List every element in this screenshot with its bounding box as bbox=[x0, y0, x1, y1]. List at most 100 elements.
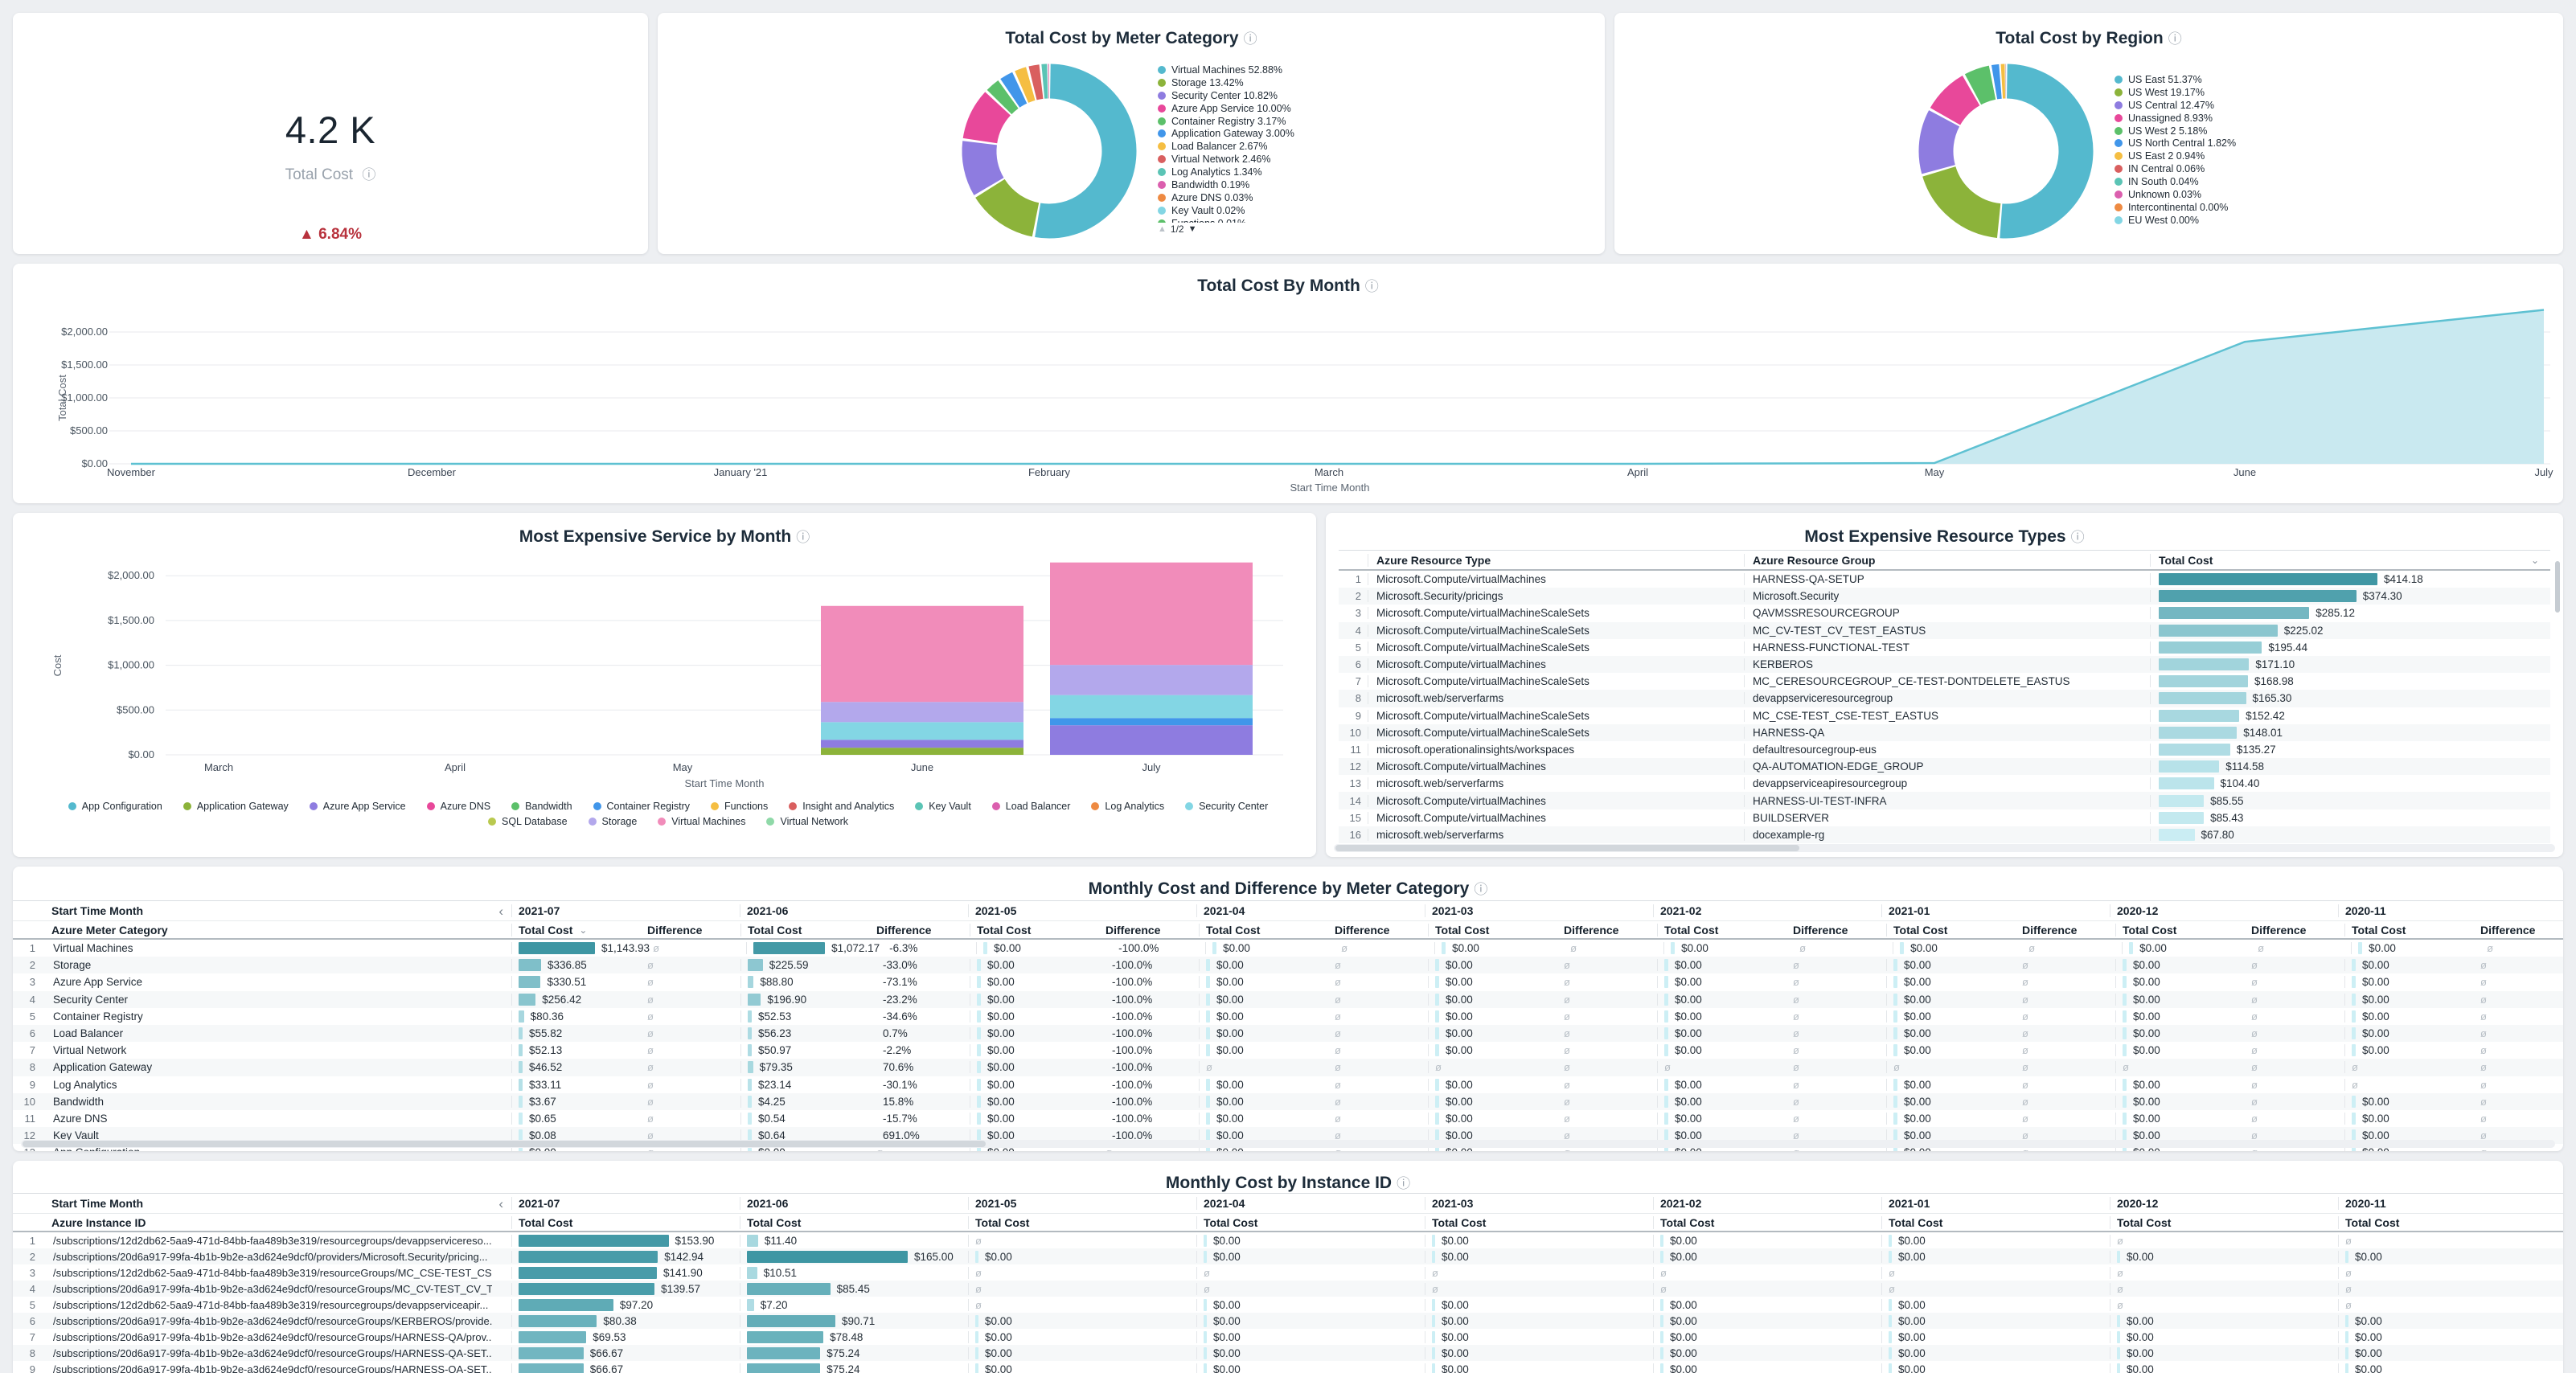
total-cost-header[interactable]: Total Cost bbox=[1200, 924, 1331, 937]
donut-slice-azure-app-service[interactable] bbox=[980, 104, 998, 141]
legend-item[interactable]: IN Central 0.06% bbox=[2115, 163, 2553, 176]
table-row[interactable]: 14Microsoft.Compute/virtualMachinesHARNE… bbox=[1339, 792, 2550, 809]
info-icon[interactable]: ⓘ bbox=[1397, 1176, 1410, 1191]
bar-segment-security-center[interactable] bbox=[821, 722, 1023, 740]
donut-slice-unassigned[interactable] bbox=[1945, 91, 1971, 117]
table-row[interactable]: 9/subscriptions/20d6a917-99fa-4b1b-9b2e-… bbox=[13, 1361, 2563, 1373]
table-row[interactable]: 4Security Center$256.42ø$196.90-23.2%$0.… bbox=[13, 991, 2563, 1008]
legend-item[interactable]: Security Center 10.82% bbox=[1158, 90, 1596, 103]
column-header[interactable]: Total Cost⌄ bbox=[2150, 554, 2550, 567]
total-cost-header[interactable]: Total Cost bbox=[512, 1216, 644, 1229]
legend-item[interactable]: Azure App Service 10.00% bbox=[1158, 103, 1596, 116]
bar-segment-storage[interactable] bbox=[821, 702, 1023, 722]
horizontal-scrollbar[interactable] bbox=[1334, 844, 2555, 852]
info-icon[interactable]: ⓘ bbox=[1244, 31, 1257, 47]
table-row[interactable]: 6Microsoft.Compute/virtualMachinesKERBER… bbox=[1339, 656, 2550, 673]
donut-slice-virtual-machines[interactable] bbox=[1038, 81, 1119, 221]
total-cost-header[interactable]: Total Cost bbox=[2339, 1216, 2471, 1229]
difference-header[interactable]: Difference bbox=[1102, 924, 1199, 937]
table-row[interactable]: 1/subscriptions/12d2db62-5aa9-471d-84bb-… bbox=[13, 1232, 2563, 1248]
pager-down-icon[interactable]: ▼ bbox=[1188, 224, 1197, 234]
legend-item[interactable]: Virtual Machines 52.88% bbox=[1158, 64, 1596, 77]
total-cost-header[interactable]: Total Cost bbox=[1887, 924, 2019, 937]
total-cost-header[interactable]: Total Cost bbox=[2116, 924, 2248, 937]
table-row[interactable]: 2Storage$336.85ø$225.59-33.0%$0.00-100.0… bbox=[13, 957, 2563, 973]
total-cost-header[interactable]: Total Cost bbox=[1654, 1216, 1786, 1229]
total-cost-header[interactable]: Total Cost bbox=[1882, 1216, 2014, 1229]
cost-by-month-area-chart[interactable]: $2,000.00$1,500.00$1,000.00$500.00$0.00N… bbox=[13, 264, 2563, 503]
total-cost-header[interactable]: Total Cost bbox=[1197, 1216, 1329, 1229]
difference-header[interactable]: Difference bbox=[1561, 924, 1657, 937]
legend-item[interactable]: US West 19.17% bbox=[2115, 87, 2553, 100]
column-header[interactable]: Azure Resource Group bbox=[1744, 554, 2150, 567]
table-row[interactable]: 7Virtual Network$52.13ø$50.97-2.2%$0.00-… bbox=[13, 1042, 2563, 1059]
table-row[interactable]: 8microsoft.web/serverfarmsdevappservicer… bbox=[1339, 690, 2550, 707]
info-icon[interactable]: ⓘ bbox=[2168, 31, 2182, 47]
table-row[interactable]: 4Microsoft.Compute/virtualMachineScaleSe… bbox=[1339, 622, 2550, 639]
vertical-scrollbar[interactable] bbox=[2555, 561, 2560, 613]
donut-slice-us-central[interactable] bbox=[1936, 118, 1944, 170]
legend-item[interactable]: Key Vault 0.02% bbox=[1158, 205, 1596, 218]
table-row[interactable]: 6/subscriptions/20d6a917-99fa-4b1b-9b2e-… bbox=[13, 1313, 2563, 1329]
pager-up-icon[interactable]: ▲ bbox=[1158, 224, 1167, 234]
legend-item[interactable]: Key Vault bbox=[915, 801, 971, 814]
legend-item[interactable]: Intercontinental 0.00% bbox=[2115, 202, 2553, 215]
total-cost-header[interactable]: Total Cost bbox=[1429, 924, 1561, 937]
table-row[interactable]: 13microsoft.web/serverfarmsdevappservice… bbox=[1339, 775, 2550, 792]
legend-item[interactable]: US Central 12.47% bbox=[2115, 100, 2553, 113]
donut-slice-us-west[interactable] bbox=[1939, 171, 1999, 220]
donut-slice-us-east[interactable] bbox=[2001, 81, 2076, 221]
legend-item[interactable]: Container Registry bbox=[593, 801, 691, 814]
legend-item[interactable]: Container Registry 3.17% bbox=[1158, 116, 1596, 129]
total-cost-header[interactable]: Total Cost bbox=[740, 1216, 872, 1229]
table-row[interactable]: 15Microsoft.Compute/virtualMachinesBUILD… bbox=[1339, 809, 2550, 826]
difference-header[interactable]: Difference bbox=[2248, 924, 2344, 937]
chevron-left-icon[interactable]: ‹ bbox=[498, 1197, 511, 1211]
table-row[interactable]: 9Microsoft.Compute/virtualMachineScaleSe… bbox=[1339, 707, 2550, 724]
legend-item[interactable]: Functions bbox=[711, 801, 768, 814]
difference-header[interactable]: Difference bbox=[2019, 924, 2115, 937]
table-row[interactable]: 10Microsoft.Compute/virtualMachineScaleS… bbox=[1339, 724, 2550, 741]
donut-slice-container-registry[interactable] bbox=[999, 94, 1008, 101]
chevron-down-icon[interactable]: ⌄ bbox=[2531, 555, 2539, 566]
total-cost-header[interactable]: Total Cost bbox=[970, 924, 1102, 937]
table-row[interactable]: 5Microsoft.Compute/virtualMachineScaleSe… bbox=[1339, 639, 2550, 656]
total-cost-header[interactable]: Total Cost bbox=[1658, 924, 1790, 937]
donut-slice-security-center[interactable] bbox=[979, 143, 989, 186]
bar-segment-security-center[interactable] bbox=[1050, 695, 1253, 719]
legend-item[interactable]: Storage 13.42% bbox=[1158, 77, 1596, 90]
legend-item[interactable]: Virtual Machines bbox=[658, 816, 745, 829]
difference-header[interactable]: Difference bbox=[1331, 924, 1428, 937]
legend-item[interactable]: Load Balancer bbox=[992, 801, 1071, 814]
bar-segment-application-gateway[interactable] bbox=[821, 748, 1023, 755]
legend-item[interactable]: Virtual Network 2.46% bbox=[1158, 154, 1596, 166]
table-row[interactable]: 5/subscriptions/12d2db62-5aa9-471d-84bb-… bbox=[13, 1297, 2563, 1313]
legend-item[interactable]: US North Central 1.82% bbox=[2115, 137, 2553, 150]
chevron-left-icon[interactable]: ‹ bbox=[498, 904, 511, 918]
legend-item[interactable]: US West 2 5.18% bbox=[2115, 125, 2553, 138]
legend-item[interactable]: Application Gateway bbox=[183, 801, 289, 814]
info-icon[interactable]: ⓘ bbox=[1474, 882, 1487, 897]
table-row[interactable]: 9Log Analytics$33.11ø$23.14-30.1%$0.00-1… bbox=[13, 1076, 2563, 1093]
total-cost-header[interactable]: Total Cost bbox=[2345, 924, 2477, 937]
legend-item[interactable]: Virtual Network bbox=[766, 816, 848, 829]
difference-header[interactable]: Difference bbox=[1790, 924, 1886, 937]
total-cost-header[interactable]: Total Cost bbox=[2110, 1216, 2242, 1229]
info-icon[interactable]: ⓘ bbox=[2071, 530, 2085, 545]
legend-item[interactable]: Load Balancer 2.67% bbox=[1158, 141, 1596, 154]
bar-segment-azure-app-service[interactable] bbox=[1050, 725, 1253, 755]
table-row[interactable]: 3/subscriptions/12d2db62-5aa9-471d-84bb-… bbox=[13, 1264, 2563, 1281]
legend-item[interactable]: Bandwidth 0.19% bbox=[1158, 179, 1596, 192]
legend-item[interactable]: IN South 0.04% bbox=[2115, 176, 2553, 189]
legend-item[interactable]: Security Center bbox=[1185, 801, 1268, 814]
legend-item[interactable]: EU West 0.00% bbox=[2115, 215, 2553, 227]
legend-item[interactable]: US East 2 0.94% bbox=[2115, 150, 2553, 163]
table-row[interactable]: 3Microsoft.Compute/virtualMachineScaleSe… bbox=[1339, 605, 2550, 621]
table-row[interactable]: 11Azure DNS$0.65ø$0.54-15.7%$0.00-100.0%… bbox=[13, 1110, 2563, 1127]
table-row[interactable]: 16microsoft.web/serverfarmsdocexample-rg… bbox=[1339, 826, 2550, 843]
table-row[interactable]: 7Microsoft.Compute/virtualMachineScaleSe… bbox=[1339, 673, 2550, 690]
donut-slice-application-gateway[interactable] bbox=[1010, 88, 1019, 93]
legend-item[interactable]: Log Analytics 1.34% bbox=[1158, 166, 1596, 179]
legend-item[interactable]: Functions 0.01% bbox=[1158, 218, 1596, 223]
table-row[interactable]: 1Microsoft.Compute/virtualMachinesHARNES… bbox=[1339, 571, 2550, 588]
